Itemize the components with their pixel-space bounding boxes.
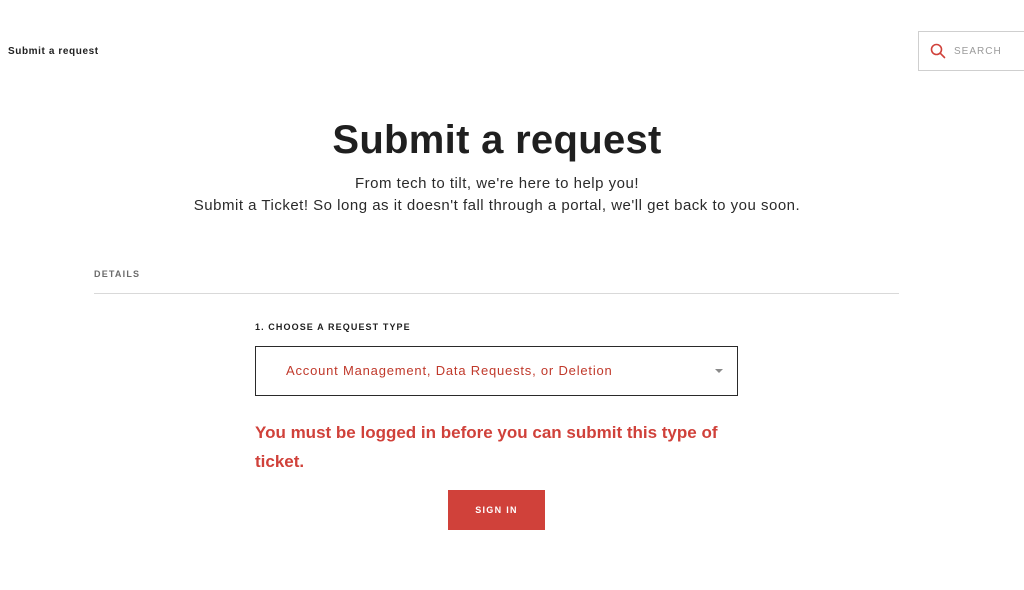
- request-type-label: 1. CHOOSE A REQUEST TYPE: [255, 322, 411, 332]
- page-subtitle-line-2: Submit a Ticket! So long as it doesn't f…: [193, 197, 801, 214]
- page-subtitle-line-1: From tech to tilt, we're here to help yo…: [355, 175, 639, 192]
- search-input[interactable]: [954, 45, 1024, 57]
- details-section-heading: DETAILS: [94, 269, 141, 279]
- sign-in-button[interactable]: SIGN IN: [448, 490, 545, 530]
- search-box[interactable]: [918, 31, 1024, 71]
- breadcrumb-submit-request[interactable]: Submit a request: [8, 46, 99, 57]
- request-type-select[interactable]: Account Management, Data Requests, or De…: [255, 346, 738, 396]
- chevron-down-icon: [715, 369, 723, 373]
- page-title: Submit a request: [332, 118, 662, 162]
- request-type-selected-value: Account Management, Data Requests, or De…: [286, 363, 613, 378]
- search-icon: [930, 43, 946, 59]
- login-required-error: You must be logged in before you can sub…: [255, 423, 718, 471]
- section-divider: [94, 293, 899, 294]
